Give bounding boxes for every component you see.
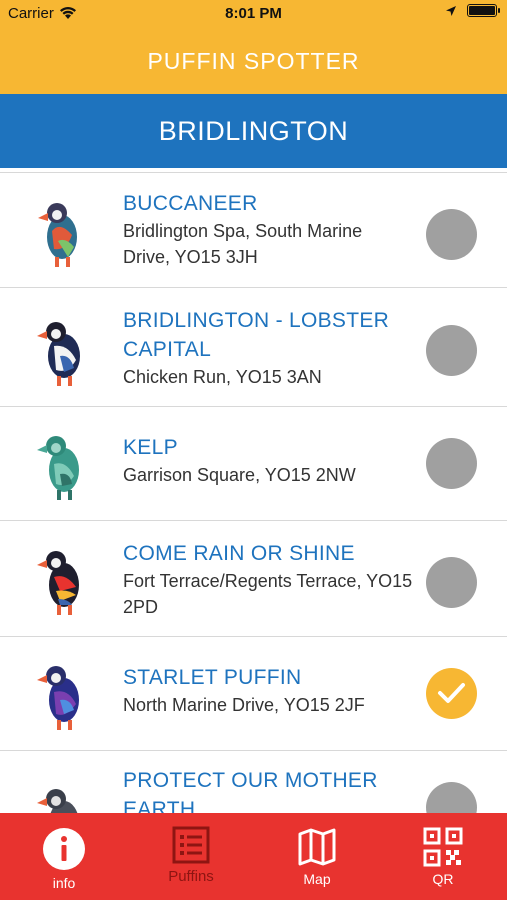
status-bar: Carrier 8:01 PM xyxy=(0,0,507,28)
list-item[interactable]: BUCCANEER Bridlington Spa, South Marine … xyxy=(0,173,507,288)
puffin-name: STARLET PUFFIN xyxy=(123,666,302,689)
puffin-address: Garrison Square, YO15 2NW xyxy=(123,465,356,485)
puffin-statue-image xyxy=(37,666,79,730)
list-item[interactable]: PROTECT OUR MOTHER EARTH xyxy=(0,751,507,813)
info-icon xyxy=(43,828,85,870)
puffin-address: Fort Terrace/Regents Terrace, YO15 2PD xyxy=(123,571,413,617)
puffin-statue-image xyxy=(37,789,78,813)
tab-label: QR xyxy=(432,871,454,887)
tab-label: info xyxy=(52,875,76,891)
tab-qr[interactable]: QR xyxy=(393,813,493,900)
puffin-list[interactable]: BUCCANEER Bridlington Spa, South Marine … xyxy=(0,173,507,813)
battery-icon xyxy=(467,4,500,17)
tab-map[interactable]: Map xyxy=(267,813,367,900)
tab-label: Puffins xyxy=(168,868,214,885)
section-header: BRIDLINGTON xyxy=(0,94,507,168)
puffin-address: North Marine Drive, YO15 2JF xyxy=(123,695,365,715)
spotted-toggle[interactable] xyxy=(426,557,477,608)
puffin-statue-image xyxy=(37,551,79,615)
list-item[interactable]: KELP Garrison Square, YO15 2NW xyxy=(0,407,507,521)
list-icon xyxy=(172,826,210,864)
checkmark-icon xyxy=(438,683,465,703)
puffin-name: COME RAIN OR SHINE xyxy=(123,542,355,565)
spotted-toggle[interactable] xyxy=(426,668,477,719)
list-item[interactable]: BRIDLINGTON - LOBSTER CAPITAL Chicken Ru… xyxy=(0,288,507,407)
puffin-address: Bridlington Spa, South Marine Drive, YO1… xyxy=(123,221,363,267)
puffin-name: BUCCANEER xyxy=(123,192,258,215)
puffin-statue-image xyxy=(37,436,79,500)
map-icon xyxy=(298,828,336,866)
list-item[interactable]: STARLET PUFFIN North Marine Drive, YO15 … xyxy=(0,637,507,751)
tab-puffins[interactable]: Puffins xyxy=(141,813,241,900)
puffin-name: PROTECT OUR MOTHER EARTH xyxy=(123,769,378,813)
qr-code-icon xyxy=(423,827,463,867)
section-title: BRIDLINGTON xyxy=(158,115,349,146)
puffin-statue-image xyxy=(38,203,77,267)
spotted-toggle[interactable] xyxy=(426,325,477,376)
spotted-toggle[interactable] xyxy=(426,438,477,489)
puffin-statue-image xyxy=(37,322,80,386)
puffin-address: Chicken Run, YO15 3AN xyxy=(123,367,322,387)
list-item[interactable]: COME RAIN OR SHINE Fort Terrace/Regents … xyxy=(0,521,507,637)
tab-label: Map xyxy=(303,871,331,887)
spotted-toggle[interactable] xyxy=(426,209,477,260)
tab-info[interactable]: info xyxy=(14,813,114,900)
location-arrow-icon xyxy=(446,5,456,16)
app-title: PUFFIN SPOTTER xyxy=(147,47,360,74)
puffin-name: BRIDLINGTON - LOBSTER CAPITAL xyxy=(123,309,390,361)
clock: 8:01 PM xyxy=(225,5,282,22)
puffin-name: KELP xyxy=(123,436,178,459)
tab-bar: info Puffins Map QR xyxy=(0,813,507,900)
spotted-toggle[interactable] xyxy=(426,782,477,813)
app-header: PUFFIN SPOTTER xyxy=(0,28,507,94)
